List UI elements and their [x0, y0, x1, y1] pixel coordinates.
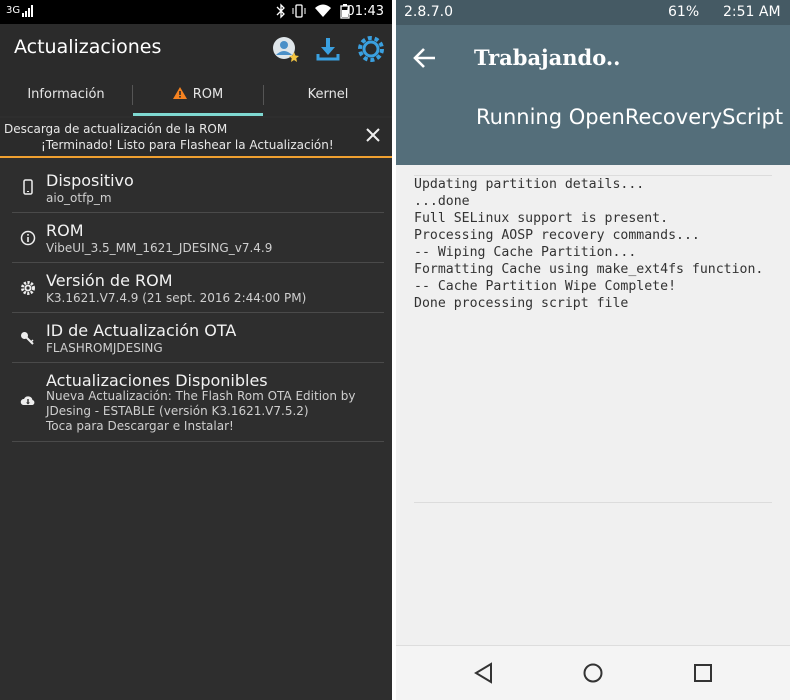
header-title: Trabajando.. [474, 45, 621, 70]
network-type: 3G [6, 5, 21, 16]
tab-informacion[interactable]: Información [0, 76, 132, 116]
item-subtitle: Toca para Descargar e Instalar! [46, 419, 234, 433]
status-bar: 2.8.7.0 61% 2:51 AM [396, 0, 790, 25]
vibrate-icon [292, 4, 306, 18]
battery-level: 61% [668, 4, 700, 20]
info-icon [20, 230, 36, 246]
close-icon[interactable] [364, 126, 382, 144]
log-line: Updating partition details... [414, 177, 645, 192]
tab-label: Información [27, 87, 105, 102]
list-item-ota-id[interactable]: ID de Actualización OTA FLASHROMJDESING [12, 313, 384, 363]
recents-icon[interactable] [690, 660, 716, 686]
tab-rom[interactable]: ROM [133, 76, 263, 116]
list-item-dispositivo[interactable]: Dispositivo aio_otfp_m [12, 162, 384, 213]
status-time: 01:43 [346, 4, 384, 19]
key-icon [21, 332, 34, 345]
bluetooth-icon [276, 3, 285, 19]
item-title: Versión de ROM [46, 271, 173, 290]
header: Trabajando.. Running OpenRecoveryScript [396, 25, 790, 165]
home-icon[interactable] [580, 660, 606, 686]
back-arrow-icon[interactable] [412, 45, 438, 71]
banner-message: ¡Terminado! Listo para Flashear la Actua… [41, 138, 334, 152]
tab-bar: Información ROM Kernel [0, 76, 392, 116]
gear-icon [21, 281, 35, 295]
tab-label: Kernel [307, 87, 349, 102]
item-subtitle: VibeUI_3.5_MM_1621_JDESING_v7.4.9 [46, 241, 273, 255]
warning-icon [172, 87, 187, 99]
signal-icon [22, 5, 33, 17]
app-bar: Actualizaciones [0, 24, 392, 76]
tab-label: ROM [192, 87, 224, 102]
log-line: -- Wiping Cache Partition... [414, 245, 637, 260]
navigation-bar [396, 645, 790, 700]
download-icon[interactable] [313, 34, 343, 64]
back-icon[interactable] [471, 660, 497, 686]
banner-title: Descarga de actualización de la ROM [4, 122, 228, 136]
status-time: 2:51 AM [723, 4, 781, 20]
header-subtitle: Running OpenRecoveryScript [476, 105, 784, 129]
log-line: -- Cache Partition Wipe Complete! [414, 279, 677, 294]
item-subtitle: aio_otfp_m [46, 191, 112, 205]
log-line: Full SELinux support is present. [414, 211, 669, 226]
log-line: Formatting Cache using make_ext4fs funct… [414, 262, 764, 277]
log-line: ...done [414, 194, 470, 209]
item-title: Actualizaciones Disponibles [46, 371, 268, 390]
tab-indicator [133, 113, 263, 116]
status-bar: 3G 01:43 [0, 0, 392, 24]
item-subtitle: Nueva Actualización: The Flash Rom OTA E… [46, 389, 356, 403]
cloud-download-icon [20, 396, 35, 405]
item-title: ROM [46, 221, 84, 240]
item-subtitle: JDesing - ESTABLE (versión K3.1621.V7.5.… [46, 404, 309, 418]
log-line: Done processing script file [414, 296, 629, 311]
account-star-icon[interactable] [270, 34, 300, 64]
wifi-icon [315, 4, 331, 17]
tab-kernel[interactable]: Kernel [264, 76, 392, 116]
twrp-version: 2.8.7.0 [404, 4, 453, 20]
list-item-rom[interactable]: ROM VibeUI_3.5_MM_1621_JDESING_v7.4.9 [12, 213, 384, 263]
log-line: Processing AOSP recovery commands... [414, 228, 700, 243]
item-title: Dispositivo [46, 171, 134, 190]
right-phone-screen: 2.8.7.0 61% 2:51 AM Trabajando.. Running… [396, 0, 790, 700]
left-phone-screen: 3G 01:43 Actualizaciones Información ROM… [0, 0, 392, 700]
item-title: ID de Actualización OTA [46, 321, 237, 340]
app-title: Actualizaciones [14, 36, 162, 58]
phone-icon [23, 179, 33, 195]
list-item-version-rom[interactable]: Versión de ROM K3.1621.V7.4.9 (21 sept. … [12, 263, 384, 313]
settings-icon[interactable] [356, 34, 386, 64]
item-subtitle: FLASHROMJDESING [46, 341, 163, 355]
notification-banner[interactable]: Descarga de actualización de la ROM ¡Ter… [0, 118, 392, 158]
list-item-available-updates[interactable]: Actualizaciones Disponibles Nueva Actual… [12, 363, 384, 442]
console-log: Updating partition details... ...done Fu… [414, 175, 772, 503]
item-subtitle: K3.1621.V7.4.9 (21 sept. 2016 2:44:00 PM… [46, 291, 307, 305]
